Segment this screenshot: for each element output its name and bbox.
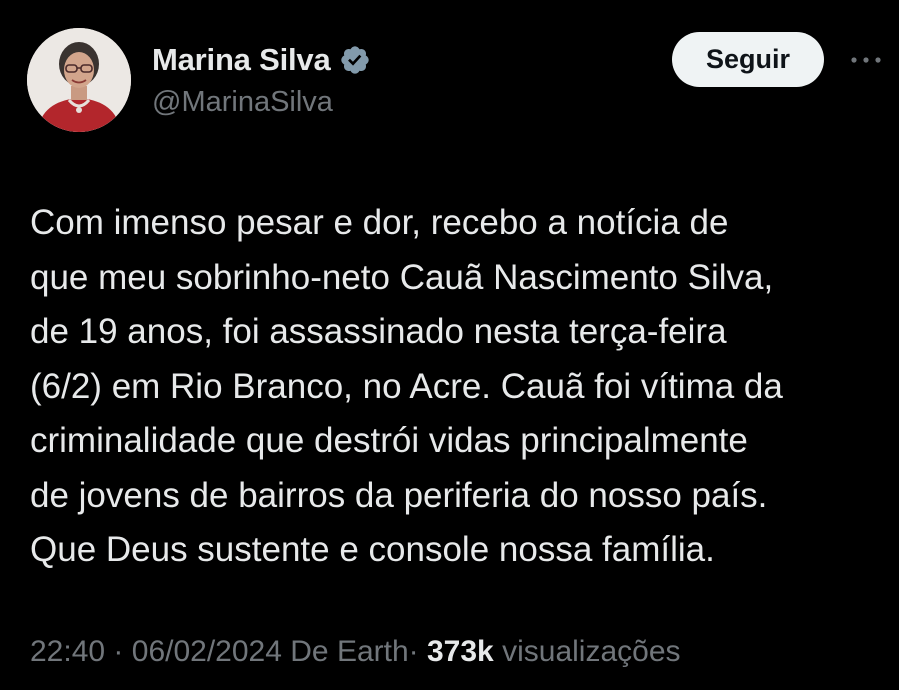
meta-separator: · xyxy=(113,635,124,668)
avatar[interactable] xyxy=(27,28,131,132)
verified-badge-icon[interactable] xyxy=(339,44,371,76)
post-text: Com imenso pesar e dor, recebo a notícia… xyxy=(30,203,783,569)
post-meta: 22:40 · 06/02/2024 De Earth· 373k visual… xyxy=(30,632,681,672)
author-name-row[interactable]: Marina Silva xyxy=(152,42,371,78)
author-handle[interactable]: @MarinaSilva xyxy=(152,85,333,119)
meta-separator: · xyxy=(408,635,419,668)
post-date[interactable]: 06/02/2024 xyxy=(132,635,282,668)
author-display-name[interactable]: Marina Silva xyxy=(152,42,331,78)
follow-button[interactable]: Seguir xyxy=(672,32,824,87)
post-time[interactable]: 22:40 xyxy=(30,635,105,668)
views-label[interactable]: visualizações xyxy=(502,635,680,668)
post-source: De Earth xyxy=(290,635,409,668)
avatar-image xyxy=(27,28,131,132)
more-options-icon[interactable] xyxy=(846,46,886,74)
views-count[interactable]: 373k xyxy=(427,635,494,668)
